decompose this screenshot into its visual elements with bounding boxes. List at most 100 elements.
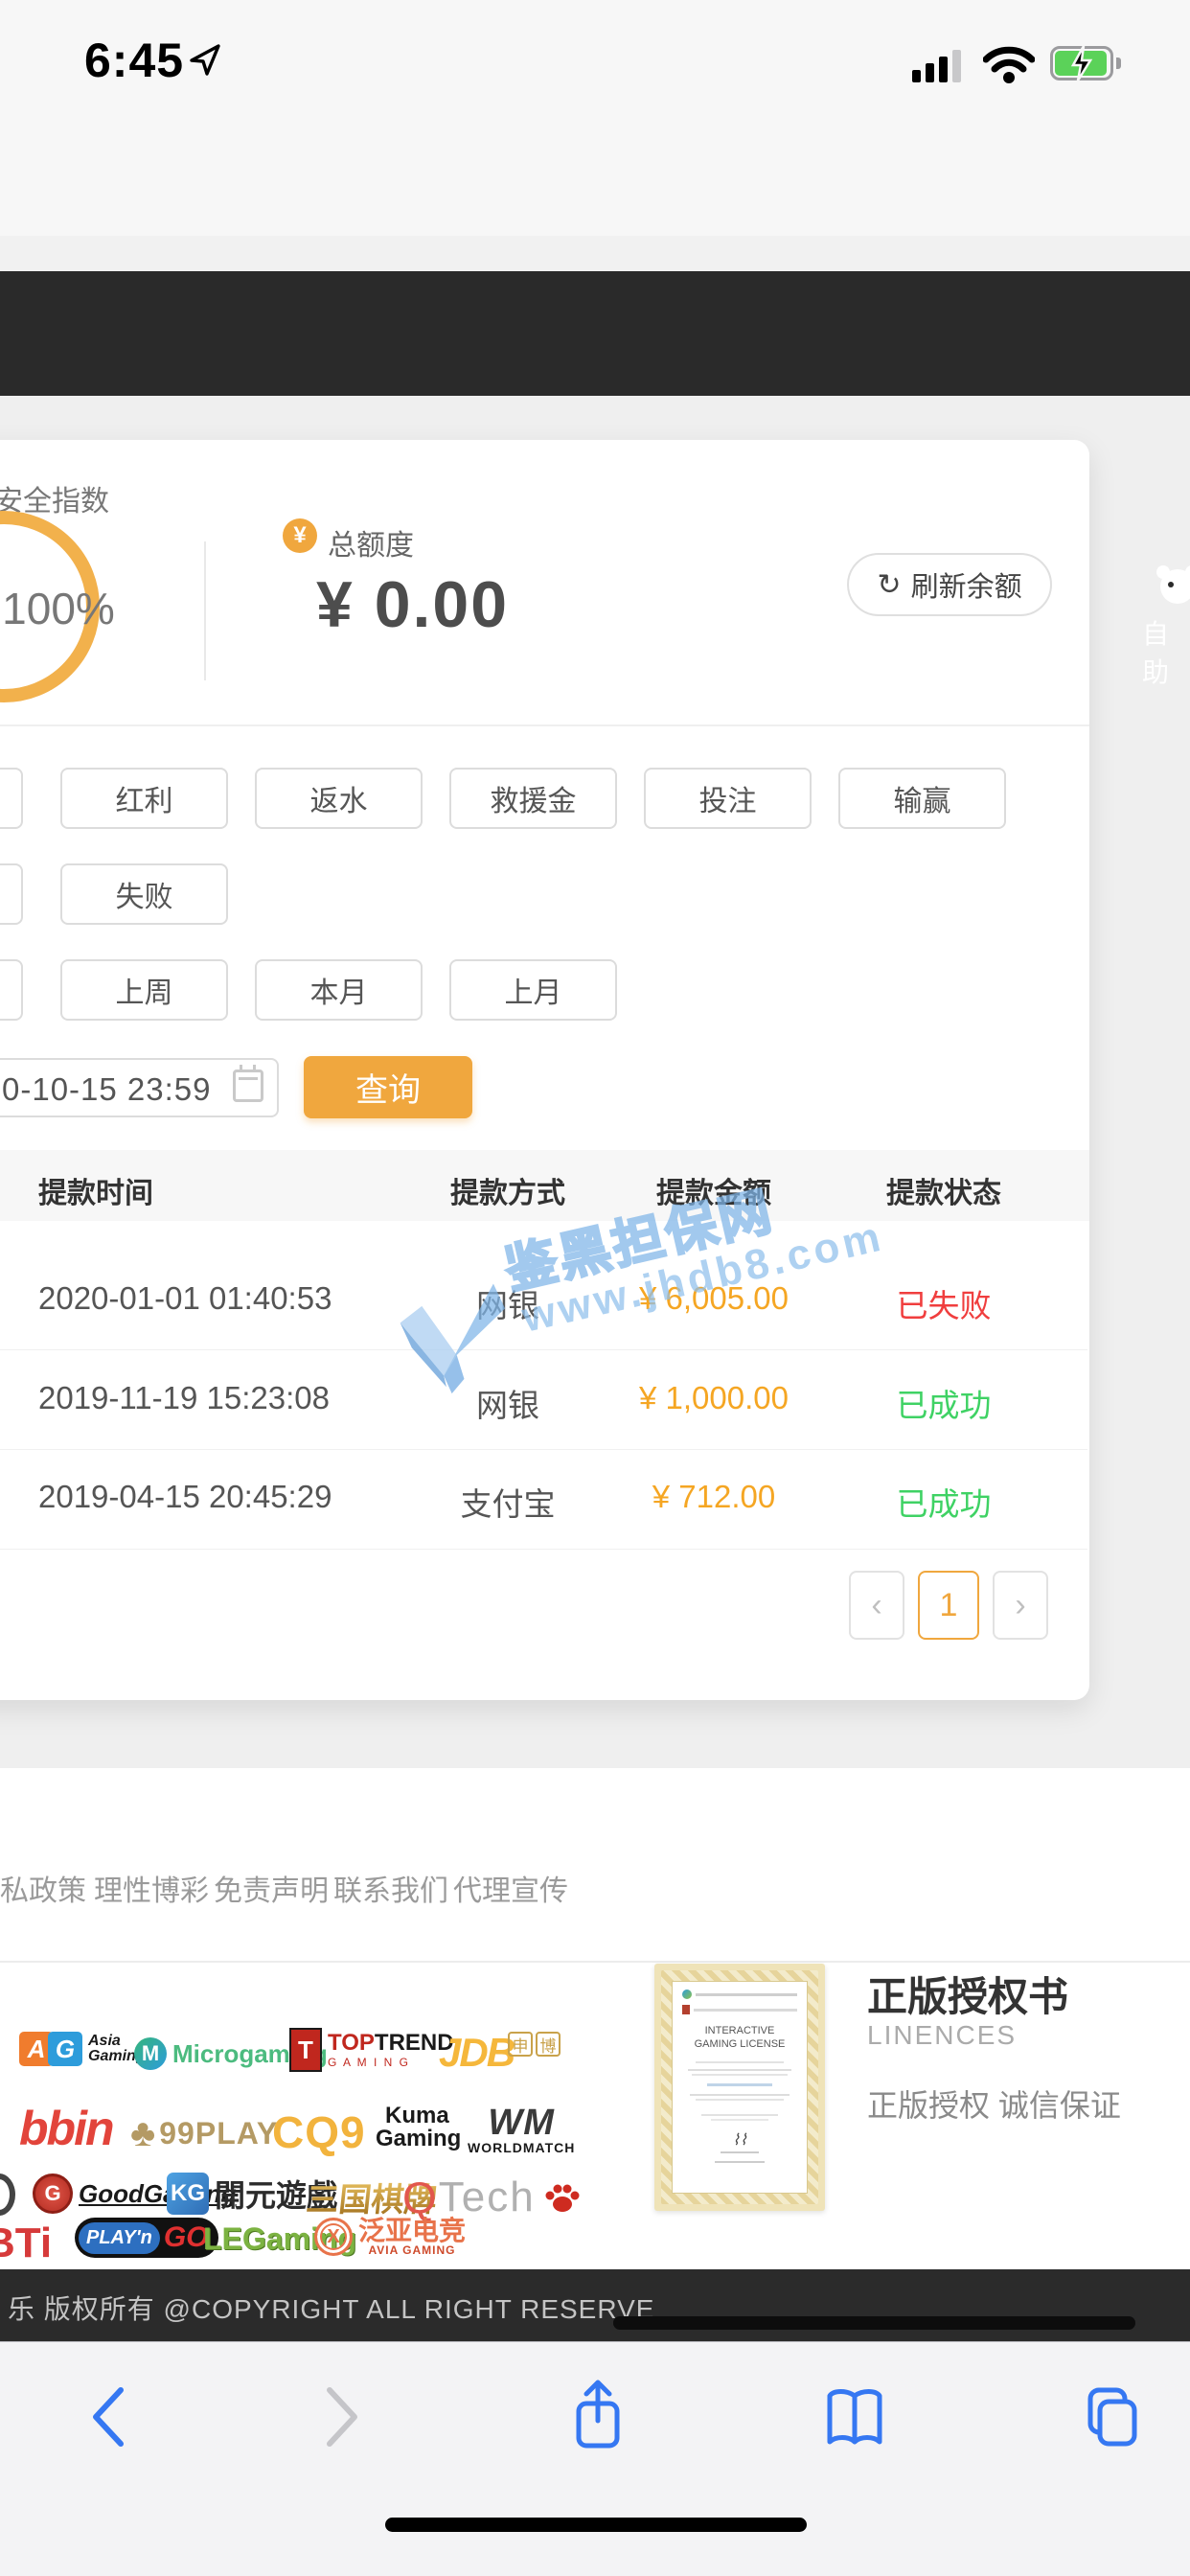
cell-amount: ¥ 712.00 bbox=[594, 1479, 834, 1515]
browser-toolbar bbox=[0, 2341, 1190, 2576]
logo-bti: BTi bbox=[0, 2220, 52, 2267]
footer-link-disclaimer[interactable]: 免责声明 bbox=[214, 1867, 329, 1909]
home-indicator[interactable] bbox=[385, 2518, 807, 2532]
99play-text: 99PLAY bbox=[159, 2116, 278, 2151]
divider bbox=[0, 724, 1089, 726]
site-header: TD 腾达 娱乐 回到首页 ¥ 存提转 账户中心 自助 bbox=[0, 271, 1190, 396]
filter-button-lastweek[interactable]: 上周 bbox=[60, 959, 228, 1021]
filter-button-partial[interactable] bbox=[0, 959, 23, 1021]
bookmarks-button[interactable] bbox=[826, 2388, 883, 2448]
logo-bbin: bbin bbox=[19, 2101, 113, 2156]
row-divider bbox=[0, 1449, 1087, 1450]
logo-avia: X 泛亚电竞 AVIA GAMING bbox=[314, 2218, 466, 2256]
license-certificate-image: INTERACTIVE GAMING LICENSE ⌇⌇ bbox=[654, 1964, 825, 2211]
col-withdraw-method: 提款方式 bbox=[412, 1169, 604, 1211]
copyright-text: 乐 版权所有 @COPYRIGHT ALL RIGHT RESERVE bbox=[8, 2288, 654, 2327]
nav-self-service[interactable]: 自助 bbox=[1142, 613, 1190, 690]
cq9-text: CQ9 bbox=[272, 2106, 366, 2158]
avia-crest-icon: X bbox=[314, 2218, 353, 2256]
col-withdraw-status: 提款状态 bbox=[848, 1169, 1040, 1211]
wifi-icon bbox=[983, 46, 1035, 84]
back-button[interactable] bbox=[88, 2386, 126, 2448]
total-quota-label: 总额度 bbox=[328, 521, 414, 564]
playngo-go: GO bbox=[164, 2221, 209, 2254]
logo-cq9: CQ9 bbox=[272, 2106, 366, 2158]
license-title: 正版授权书 bbox=[867, 1965, 1068, 2023]
footer-link-contact[interactable]: 联系我们 bbox=[333, 1867, 448, 1909]
filter-button-failed[interactable]: 失败 bbox=[60, 863, 228, 925]
filter-button-winloss[interactable]: 输赢 bbox=[838, 768, 1006, 829]
avia-text: 泛亚电竞 bbox=[358, 2218, 466, 2244]
divider bbox=[0, 1961, 1190, 1963]
wm-sub-text: WORLDMATCH bbox=[468, 2141, 575, 2154]
filter-button-partial[interactable] bbox=[0, 768, 23, 829]
horizontal-scroll-indicator[interactable] bbox=[613, 2316, 1135, 2330]
pagination-next-button[interactable]: › bbox=[993, 1571, 1048, 1640]
self-service-icon[interactable] bbox=[1154, 561, 1190, 609]
cert-title-line2: GAMING LICENSE bbox=[682, 2037, 797, 2051]
logo-shenbo: 申 博 bbox=[508, 2032, 561, 2057]
license-tagline: 正版授权 诚信保证 bbox=[867, 2082, 1121, 2126]
location-arrow-icon bbox=[188, 42, 222, 77]
kg-badge: KG bbox=[167, 2173, 209, 2215]
query-label: 查询 bbox=[355, 1064, 421, 1111]
logo-jdb: JDB bbox=[439, 2030, 514, 2076]
total-amount: ¥ 0.00 bbox=[316, 567, 509, 642]
cell-status: 已成功 bbox=[848, 1380, 1040, 1426]
filter-button-bonus[interactable]: 红利 bbox=[60, 768, 228, 829]
tabs-button[interactable] bbox=[1077, 2386, 1138, 2448]
status-bar: 6:45 bbox=[0, 0, 1190, 144]
jdb-text: JDB bbox=[439, 2030, 514, 2076]
filter-button-rescue[interactable]: 救援金 bbox=[449, 768, 617, 829]
filter-button-rebate[interactable]: 返水 bbox=[255, 768, 423, 829]
qtech-tech: Tech bbox=[439, 2174, 536, 2221]
battery-charging-icon bbox=[1050, 46, 1125, 80]
license-subtitle: LINENCES bbox=[867, 2020, 1017, 2051]
refresh-balance-label: 刷新余额 bbox=[911, 564, 1022, 605]
cell-status: 已失败 bbox=[848, 1280, 1040, 1326]
cell-method: 网银 bbox=[412, 1280, 604, 1326]
playngo-play: PLAY'n bbox=[79, 2222, 160, 2254]
cell-method: 网银 bbox=[412, 1380, 604, 1426]
footer-link-responsible-gaming[interactable]: 理性博彩 bbox=[94, 1867, 209, 1909]
cell-time: 2019-11-19 15:23:08 bbox=[38, 1380, 330, 1416]
logo-worldmatch: WM WORLDMATCH bbox=[468, 2104, 575, 2154]
shenbo-badge: 申 bbox=[508, 2032, 533, 2057]
filter-button-lastmonth[interactable]: 上月 bbox=[449, 959, 617, 1021]
wm-text: WM bbox=[488, 2104, 555, 2141]
logo-kuma-gaming: Kuma Gaming bbox=[376, 2104, 461, 2150]
pagination-prev-button[interactable]: ‹ bbox=[849, 1571, 904, 1640]
filter-button-bet[interactable]: 投注 bbox=[644, 768, 812, 829]
security-index-value: 100% bbox=[0, 583, 130, 634]
cert-title-line1: INTERACTIVE bbox=[682, 2024, 797, 2037]
coin-icon: ¥ bbox=[283, 518, 317, 553]
filter-button-partial[interactable] bbox=[0, 863, 23, 925]
cell-amount: ¥ 1,000.00 bbox=[594, 1380, 834, 1416]
logo-99play: ♣ 99PLAY bbox=[130, 2112, 278, 2155]
toptrend-icon: T bbox=[289, 2028, 322, 2072]
forward-button[interactable] bbox=[324, 2386, 362, 2448]
toptrend-top: TOP bbox=[328, 2031, 375, 2056]
refresh-icon: ↻ bbox=[877, 568, 901, 602]
refresh-balance-button[interactable]: ↻ 刷新余额 bbox=[847, 553, 1052, 616]
paw-icon bbox=[543, 2178, 582, 2217]
footer-link-privacy[interactable]: 私政策 bbox=[0, 1867, 86, 1909]
logo-playngo: PLAY'n GO bbox=[75, 2218, 218, 2258]
pagination-page-1[interactable]: 1 bbox=[918, 1571, 979, 1640]
cert-signature: ⌇⌇ bbox=[682, 2130, 797, 2150]
filter-button-thismonth[interactable]: 本月 bbox=[255, 959, 423, 1021]
ag-g-badge: G bbox=[48, 2032, 82, 2066]
logo-toptrend: T TOPTREND G A M I N G bbox=[289, 2028, 454, 2072]
browser-chrome: AA tengda29.com ↻ bbox=[0, 144, 1190, 236]
cellular-signal-icon bbox=[912, 48, 972, 82]
kuma-text: Kuma bbox=[385, 2104, 461, 2128]
toptrend-sub: G A M I N G bbox=[328, 2057, 454, 2069]
kuma-text: Gaming bbox=[376, 2128, 461, 2150]
bbin-text: bbin bbox=[19, 2101, 113, 2156]
microgaming-icon: M bbox=[134, 2037, 167, 2070]
share-button[interactable] bbox=[571, 2379, 625, 2451]
goodgaming-seal-icon: G bbox=[33, 2174, 73, 2214]
footer-link-agent[interactable]: 代理宣传 bbox=[453, 1867, 568, 1909]
row-divider bbox=[0, 1549, 1087, 1550]
query-button[interactable]: 查询 bbox=[304, 1056, 472, 1118]
